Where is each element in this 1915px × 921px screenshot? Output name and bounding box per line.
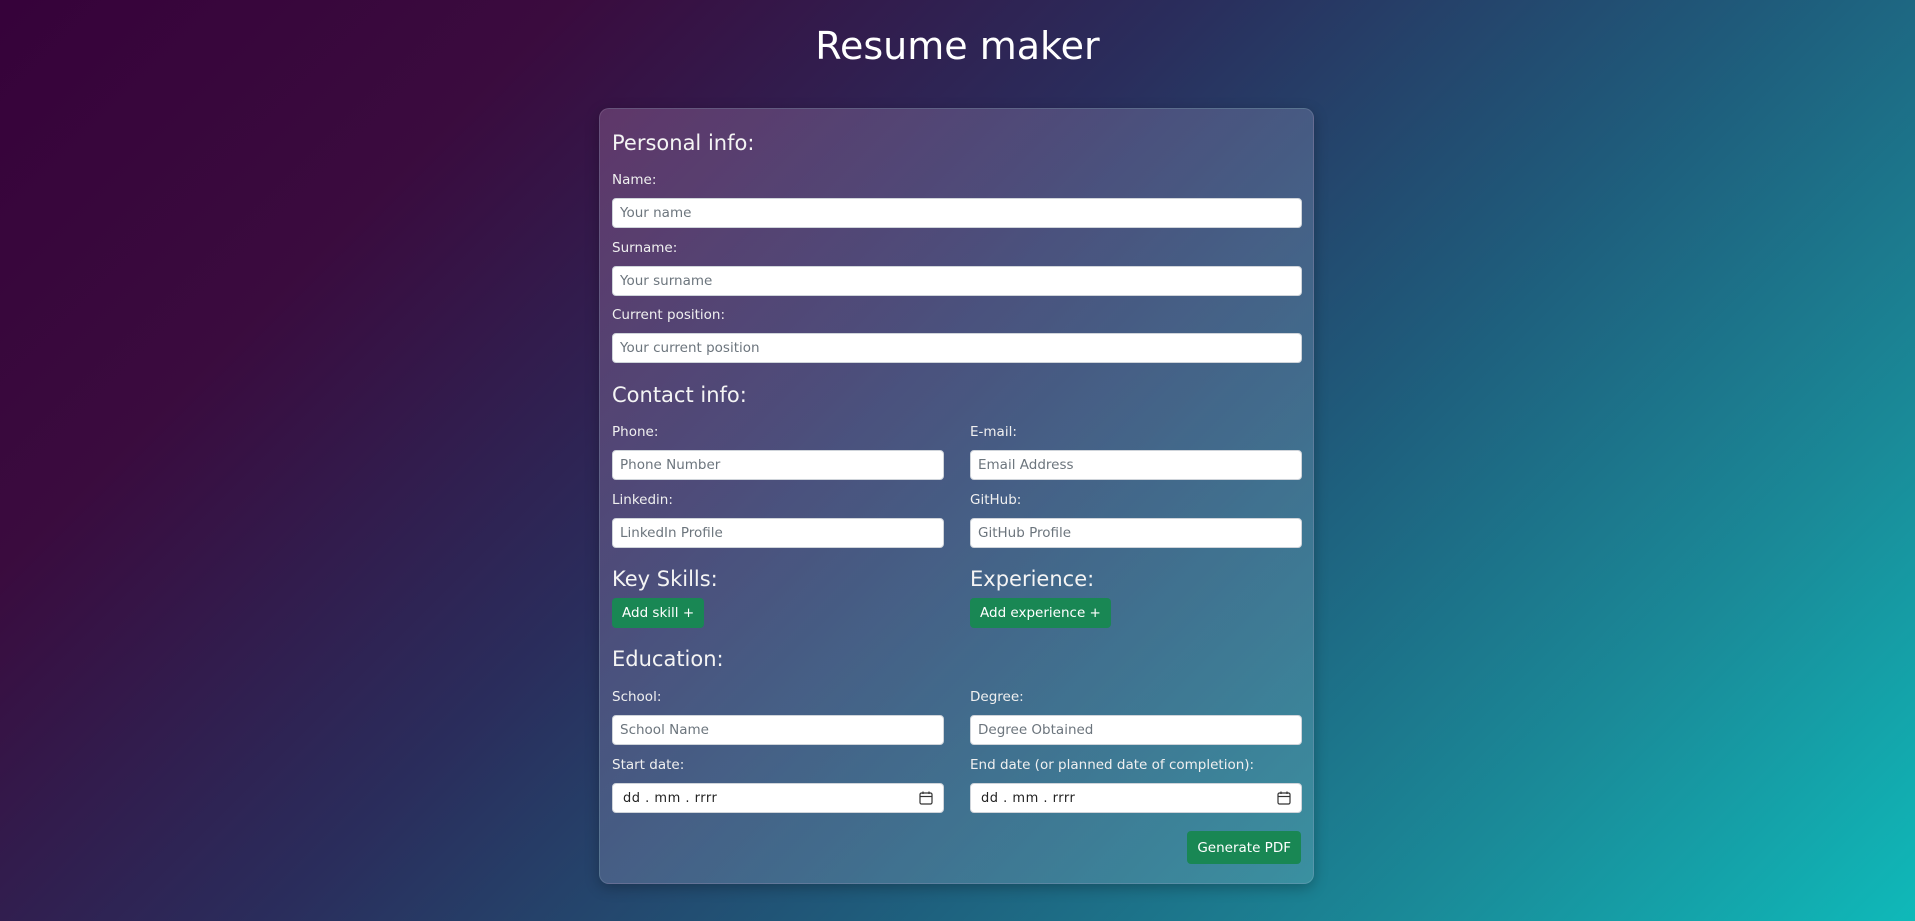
position-label: Current position: bbox=[612, 307, 726, 323]
github-input[interactable] bbox=[970, 518, 1302, 548]
name-input[interactable] bbox=[612, 198, 1302, 228]
experience-heading: Experience: bbox=[970, 567, 1095, 591]
degree-label: Degree: bbox=[970, 689, 1024, 705]
key-skills-heading: Key Skills: bbox=[612, 567, 718, 591]
linkedin-input[interactable] bbox=[612, 518, 944, 548]
school-label: School: bbox=[612, 689, 662, 705]
contact-info-heading: Contact info: bbox=[612, 383, 747, 407]
position-input[interactable] bbox=[612, 333, 1302, 363]
end-date-value: dd . mm . rrrr bbox=[981, 790, 1076, 806]
name-label: Name: bbox=[612, 172, 657, 188]
calendar-icon[interactable] bbox=[1277, 791, 1291, 805]
add-experience-button[interactable]: Add experience + bbox=[970, 598, 1111, 628]
phone-label: Phone: bbox=[612, 424, 659, 440]
degree-input[interactable] bbox=[970, 715, 1302, 745]
email-label: E-mail: bbox=[970, 424, 1017, 440]
github-label: GitHub: bbox=[970, 492, 1022, 508]
start-date-value: dd . mm . rrrr bbox=[623, 790, 718, 806]
calendar-icon[interactable] bbox=[919, 791, 933, 805]
school-input[interactable] bbox=[612, 715, 944, 745]
education-heading: Education: bbox=[612, 647, 724, 671]
end-date-label: End date (or planned date of completion)… bbox=[970, 757, 1255, 773]
linkedin-label: Linkedin: bbox=[612, 492, 673, 508]
start-date-input[interactable]: dd . mm . rrrr bbox=[612, 783, 944, 813]
surname-label: Surname: bbox=[612, 240, 678, 256]
personal-info-heading: Personal info: bbox=[612, 131, 755, 155]
phone-input[interactable] bbox=[612, 450, 944, 480]
surname-input[interactable] bbox=[612, 266, 1302, 296]
end-date-input[interactable]: dd . mm . rrrr bbox=[970, 783, 1302, 813]
resume-form-card: Personal info: Name: Surname: Current po… bbox=[599, 108, 1314, 884]
start-date-label: Start date: bbox=[612, 757, 685, 773]
email-input[interactable] bbox=[970, 450, 1302, 480]
add-skill-button[interactable]: Add skill + bbox=[612, 598, 705, 628]
generate-pdf-button[interactable]: Generate PDF bbox=[1187, 831, 1301, 864]
page-title: Resume maker bbox=[815, 24, 1100, 68]
